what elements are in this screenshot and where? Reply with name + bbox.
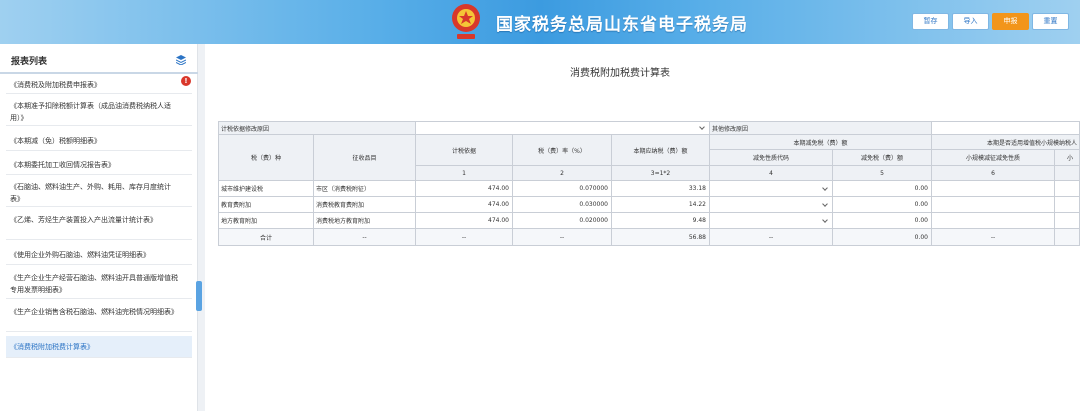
sidebar-item-deduction-calc[interactable]: 《本期准予扣除税额计算表（成品油消费税纳税人适用）》 [6,98,192,126]
col-tax-type: 税（费）种 [219,135,314,181]
sidebar-collapse-handle[interactable] [196,281,202,311]
sidebar-item-consumption-tax-return[interactable]: 《消费税及附加税费申报表》 [6,76,192,94]
sidebar-item-sales-tax-status[interactable]: 《生产企业销售含税石脑油、燃料油完税情况明细表》 [6,304,192,332]
table-cell-payable: 9.48 [612,213,710,229]
sidebar-item-purchase-voucher[interactable]: 《使用企业外购石脑油、燃料油凭证明细表》 [6,245,192,265]
sidebar-item-vat-invoice[interactable]: 《生产企业生产经营石脑油、燃料油开具普通版增值税专用发票明细表》 [6,269,192,299]
table-cell-item: 消费税教育费附加 [314,197,416,213]
total-item: -- [314,229,416,246]
col-reduction-code: 减免性质代码 [710,150,833,166]
total-rate: -- [513,229,612,246]
table-cell-tax: 教育费附加 [219,197,314,213]
submit-button[interactable]: 申报 [992,13,1029,30]
table-cell-small-amount[interactable] [1055,181,1080,197]
chevron-down-icon [699,124,705,130]
sidebar-title: 报表列表 [11,57,48,67]
reset-button[interactable]: 重置 [1032,13,1069,30]
col-small-amount: 小 [1055,150,1080,166]
index-5: 5 [833,166,932,181]
col-small-code: 小规模减征减免性质 [932,150,1055,166]
sidebar-item-entrusted-processing[interactable]: 《本期委托加工收回情况报告表》 [6,155,192,175]
table-cell-small-amount[interactable] [1055,197,1080,213]
col-basis: 计税依据 [416,135,513,166]
chevron-down-icon [822,200,828,207]
other-reason-label: 其他修改原因 [710,122,932,135]
table-cell-small-amount[interactable] [1055,213,1080,229]
app-title: 国家税务总局山东省电子税务局 [496,15,748,35]
total-label: 合计 [219,229,314,246]
table-cell-rate: 0.030000 [513,197,612,213]
report-title: 消费税附加税费计算表 [570,68,670,79]
table-cell-rate: 0.020000 [513,213,612,229]
index-1: 1 [416,166,513,181]
sidebar-item-surcharge-calc[interactable]: 《消费税附加税费计算表》 [6,336,192,358]
policy-basis-select[interactable] [416,122,710,135]
table-cell-rate: 0.070000 [513,181,612,197]
table-cell-tax: 地方教育附加 [219,213,314,229]
table-cell-basis[interactable]: 474.00 [416,181,513,197]
index-2: 2 [513,166,612,181]
reduction-code-select[interactable] [710,213,833,229]
sidebar-header: 报表列表 [0,44,198,74]
col-rate: 税（费）率（%） [513,135,612,166]
col-reduction-amount: 减免税（费）额 [833,150,932,166]
table-cell-reduction[interactable]: 0.00 [833,213,932,229]
tax-emblem-icon [452,4,480,39]
table-cell-item: 消费税地方教育附加 [314,213,416,229]
reduction-code-select[interactable] [710,197,833,213]
layers-icon[interactable] [176,55,186,65]
total-payable: 56.88 [612,229,710,246]
index-6: 6 [932,166,1055,181]
sidebar-item-tax-reduction[interactable]: 《本期减（免）税额明细表》 [6,131,192,151]
policy-basis-label: 计税依据修改原因 [219,122,416,135]
table-cell-small-code[interactable] [932,213,1055,229]
table-cell-basis[interactable]: 474.00 [416,213,513,229]
save-draft-button[interactable]: 暂存 [912,13,949,30]
sidebar-item-ethylene-flow[interactable]: 《乙烯、芳烃生产装置投入产出流量计统计表》 [6,212,192,240]
table-cell-small-code[interactable] [932,197,1055,213]
table-cell-tax: 城市维护建设税 [219,181,314,197]
total-small-amount [1055,229,1080,246]
total-reduction: 0.00 [833,229,932,246]
other-reason-select[interactable] [932,122,1080,135]
col-small-group: 本期是否适用增值税小规模纳税人 [932,135,1080,150]
reduction-code-select[interactable] [710,181,833,197]
sidebar-item-naphtha-monthly[interactable]: 《石脑油、燃料油生产、外购、耗用、库存月度统计表》 [6,179,192,207]
index-3: 3=1*2 [612,166,710,181]
table-cell-basis[interactable]: 474.00 [416,197,513,213]
table-cell-reduction[interactable]: 0.00 [833,181,932,197]
chevron-down-icon [822,184,828,191]
col-payable: 本期应纳税（费）额 [612,135,710,166]
col-reduction-group: 本期减免税（费）额 [710,135,932,150]
error-badge: ! [181,76,191,86]
total-basis: -- [416,229,513,246]
index-7 [1055,166,1080,181]
total-code: -- [710,229,833,246]
table-cell-small-code[interactable] [932,181,1055,197]
import-button[interactable]: 导入 [952,13,989,30]
index-4: 4 [710,166,833,181]
chevron-down-icon [822,216,828,223]
total-small-code: -- [932,229,1055,246]
table-cell-payable: 14.22 [612,197,710,213]
table-cell-reduction[interactable]: 0.00 [833,197,932,213]
app-header: 国家税务总局山东省电子税务局 暂存 导入 申报 重置 [0,0,1080,44]
table-cell-payable: 33.18 [612,181,710,197]
table-cell-item: 市区（消费税附征） [314,181,416,197]
col-item: 征收品目 [314,135,416,181]
